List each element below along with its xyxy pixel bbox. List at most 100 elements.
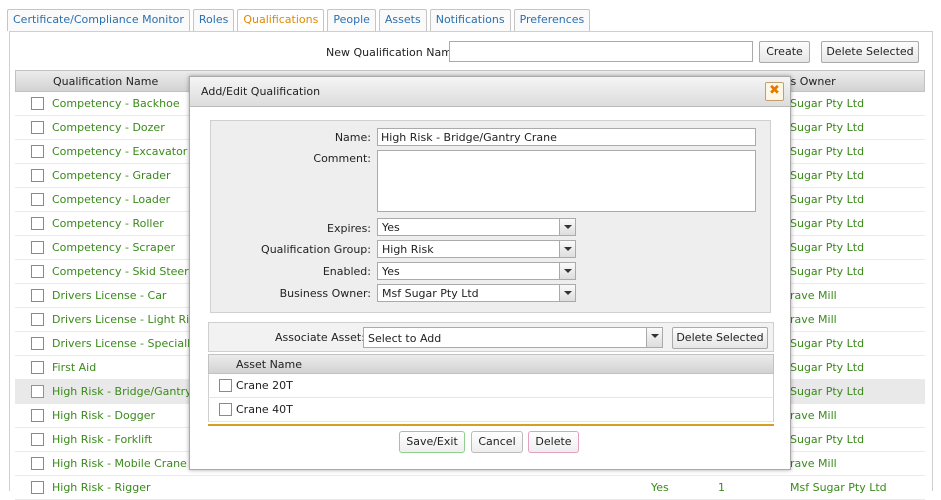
- business-owner-cell: Sugar Pty Ltd: [790, 169, 865, 182]
- comment-field[interactable]: [377, 150, 756, 212]
- asset-checkbox[interactable]: [219, 403, 232, 416]
- business-owner-cell: Sugar Pty Ltd: [790, 145, 865, 158]
- dialog-title: Add/Edit Qualification: [201, 85, 321, 98]
- row-checkbox[interactable]: [31, 193, 44, 206]
- chevron-down-icon[interactable]: [559, 263, 575, 279]
- associate-asset-value: Select to Add: [368, 332, 442, 345]
- asset-checkbox[interactable]: [219, 379, 232, 392]
- row-checkbox[interactable]: [31, 145, 44, 158]
- asset-delete-selected-button[interactable]: Delete Selected: [672, 327, 768, 349]
- business-owner-cell: Sugar Pty Ltd: [790, 433, 865, 446]
- qualification-name-link[interactable]: High Risk - Rigger: [52, 481, 151, 494]
- row-checkbox[interactable]: [31, 265, 44, 278]
- business-owner-value: Msf Sugar Pty Ltd: [382, 287, 479, 300]
- tab-roles[interactable]: Roles: [192, 9, 235, 31]
- expires-value: Yes: [382, 221, 400, 234]
- qualification-name-link[interactable]: Drivers License - Car: [52, 289, 166, 302]
- tab-notifications[interactable]: Notifications: [429, 9, 511, 31]
- delete-selected-button[interactable]: Delete Selected: [821, 41, 919, 63]
- new-qualification-input[interactable]: [449, 41, 753, 62]
- business-owner-cell: rave Mill: [790, 409, 837, 422]
- asset-name: Crane 40T: [236, 403, 293, 416]
- row-checkbox[interactable]: [31, 121, 44, 134]
- qualification-group-label: Qualification Group:: [261, 243, 371, 256]
- asset-name: Crane 20T: [236, 379, 293, 392]
- business-owner-cell: Sugar Pty Ltd: [790, 361, 865, 374]
- enabled-select[interactable]: Yes: [377, 262, 576, 280]
- business-owner-cell: Sugar Pty Ltd: [790, 337, 865, 350]
- qualification-name-link[interactable]: Competency - Dozer: [52, 121, 165, 134]
- row-checkbox[interactable]: [31, 169, 44, 182]
- row-checkbox[interactable]: [31, 217, 44, 230]
- tab-people[interactable]: People: [327, 9, 376, 31]
- asset-grid-header: Asset Name: [208, 354, 774, 374]
- row-checkbox[interactable]: [31, 337, 44, 350]
- business-owner-cell: Msf Sugar Pty Ltd: [790, 481, 887, 494]
- dialog-title-bar[interactable]: Add/Edit Qualification ✖: [190, 77, 790, 107]
- business-owner-cell: rave Mill: [790, 457, 837, 470]
- qualification-name-link[interactable]: Drivers License - Light Rigid: [52, 313, 206, 326]
- row-checkbox[interactable]: [31, 289, 44, 302]
- row-checkbox[interactable]: [31, 361, 44, 374]
- asset-row[interactable]: Crane 40T: [208, 398, 774, 422]
- qualification-name-link[interactable]: Competency - Backhoe: [52, 97, 180, 110]
- qualification-name-link[interactable]: Competency - Scraper: [52, 241, 175, 254]
- qualification-name-link[interactable]: Competency - Skid Steer: [52, 265, 189, 278]
- row-checkbox[interactable]: [31, 313, 44, 326]
- qualification-name-link[interactable]: High Risk - Mobile Crane: [52, 457, 187, 470]
- qualification-group-value: High Risk: [382, 243, 434, 256]
- chevron-down-icon[interactable]: [646, 328, 662, 347]
- asset-row[interactable]: Crane 20T: [208, 374, 774, 398]
- qualification-form: Name: High Risk - Bridge/Gantry Crane Co…: [210, 120, 771, 313]
- business-owner-cell: Sugar Pty Ltd: [790, 217, 865, 230]
- comment-label: Comment:: [313, 152, 371, 165]
- delete-button[interactable]: Delete: [528, 431, 579, 453]
- expires-label: Expires:: [327, 222, 371, 235]
- create-button[interactable]: Create: [759, 41, 810, 63]
- tab-qualifications[interactable]: Qualifications: [237, 9, 325, 31]
- row-checkbox[interactable]: [31, 433, 44, 446]
- business-owner-cell: Sugar Pty Ltd: [790, 97, 865, 110]
- row-checkbox[interactable]: [31, 97, 44, 110]
- tab-preferences[interactable]: Preferences: [513, 9, 591, 31]
- chevron-down-icon[interactable]: [559, 219, 575, 235]
- name-field[interactable]: High Risk - Bridge/Gantry Crane: [377, 128, 756, 146]
- qualification-name-link[interactable]: Competency - Roller: [52, 217, 164, 230]
- table-row[interactable]: High Risk - Rigger Yes 1 Msf Sugar Pty Ltd: [15, 476, 925, 500]
- add-edit-qualification-dialog: Add/Edit Qualification ✖ Name: High Risk…: [189, 76, 791, 470]
- name-label: Name:: [334, 131, 371, 144]
- business-owner-cell: rave Mill: [790, 313, 837, 326]
- cancel-button[interactable]: Cancel: [471, 431, 523, 453]
- qualification-name-link[interactable]: Competency - Excavator: [52, 145, 187, 158]
- qualification-name-link[interactable]: Competency - Loader: [52, 193, 170, 206]
- associate-asset-select[interactable]: Select to Add: [363, 327, 663, 348]
- chevron-down-icon[interactable]: [559, 241, 575, 257]
- business-owner-select[interactable]: Msf Sugar Pty Ltd: [377, 284, 576, 302]
- row-checkbox[interactable]: [31, 481, 44, 494]
- qualification-name-link[interactable]: First Aid: [52, 361, 96, 374]
- qualification-name-link[interactable]: High Risk - Forklift: [52, 433, 152, 446]
- qualification-name-link[interactable]: Competency - Grader: [52, 169, 171, 182]
- column-qualification-name[interactable]: Qualification Name: [53, 75, 158, 88]
- divider: [208, 424, 774, 426]
- qualification-group-select[interactable]: High Risk: [377, 240, 576, 258]
- enabled-value: Yes: [382, 265, 400, 278]
- qualification-name-link[interactable]: High Risk - Dogger: [52, 409, 155, 422]
- expires-select[interactable]: Yes: [377, 218, 576, 236]
- row-checkbox[interactable]: [31, 409, 44, 422]
- tab-certificate-monitor[interactable]: Certificate/Compliance Monitor: [7, 9, 190, 31]
- business-owner-cell: Sugar Pty Ltd: [790, 241, 865, 254]
- chevron-down-icon[interactable]: [559, 285, 575, 301]
- business-owner-cell: Sugar Pty Ltd: [790, 121, 865, 134]
- associate-asset-label: Associate Asset:: [275, 331, 365, 344]
- business-owner-label: Business Owner:: [279, 287, 371, 300]
- business-owner-cell: rave Mill: [790, 289, 837, 302]
- toolbar: New Qualification Name: Create Delete Se…: [10, 32, 932, 70]
- row-checkbox[interactable]: [31, 457, 44, 470]
- row-checkbox[interactable]: [31, 241, 44, 254]
- column-asset-name[interactable]: Asset Name: [236, 358, 302, 371]
- row-checkbox[interactable]: [31, 385, 44, 398]
- save-exit-button[interactable]: Save/Exit: [399, 431, 465, 453]
- tab-assets[interactable]: Assets: [378, 9, 427, 31]
- close-icon[interactable]: ✖: [765, 82, 784, 101]
